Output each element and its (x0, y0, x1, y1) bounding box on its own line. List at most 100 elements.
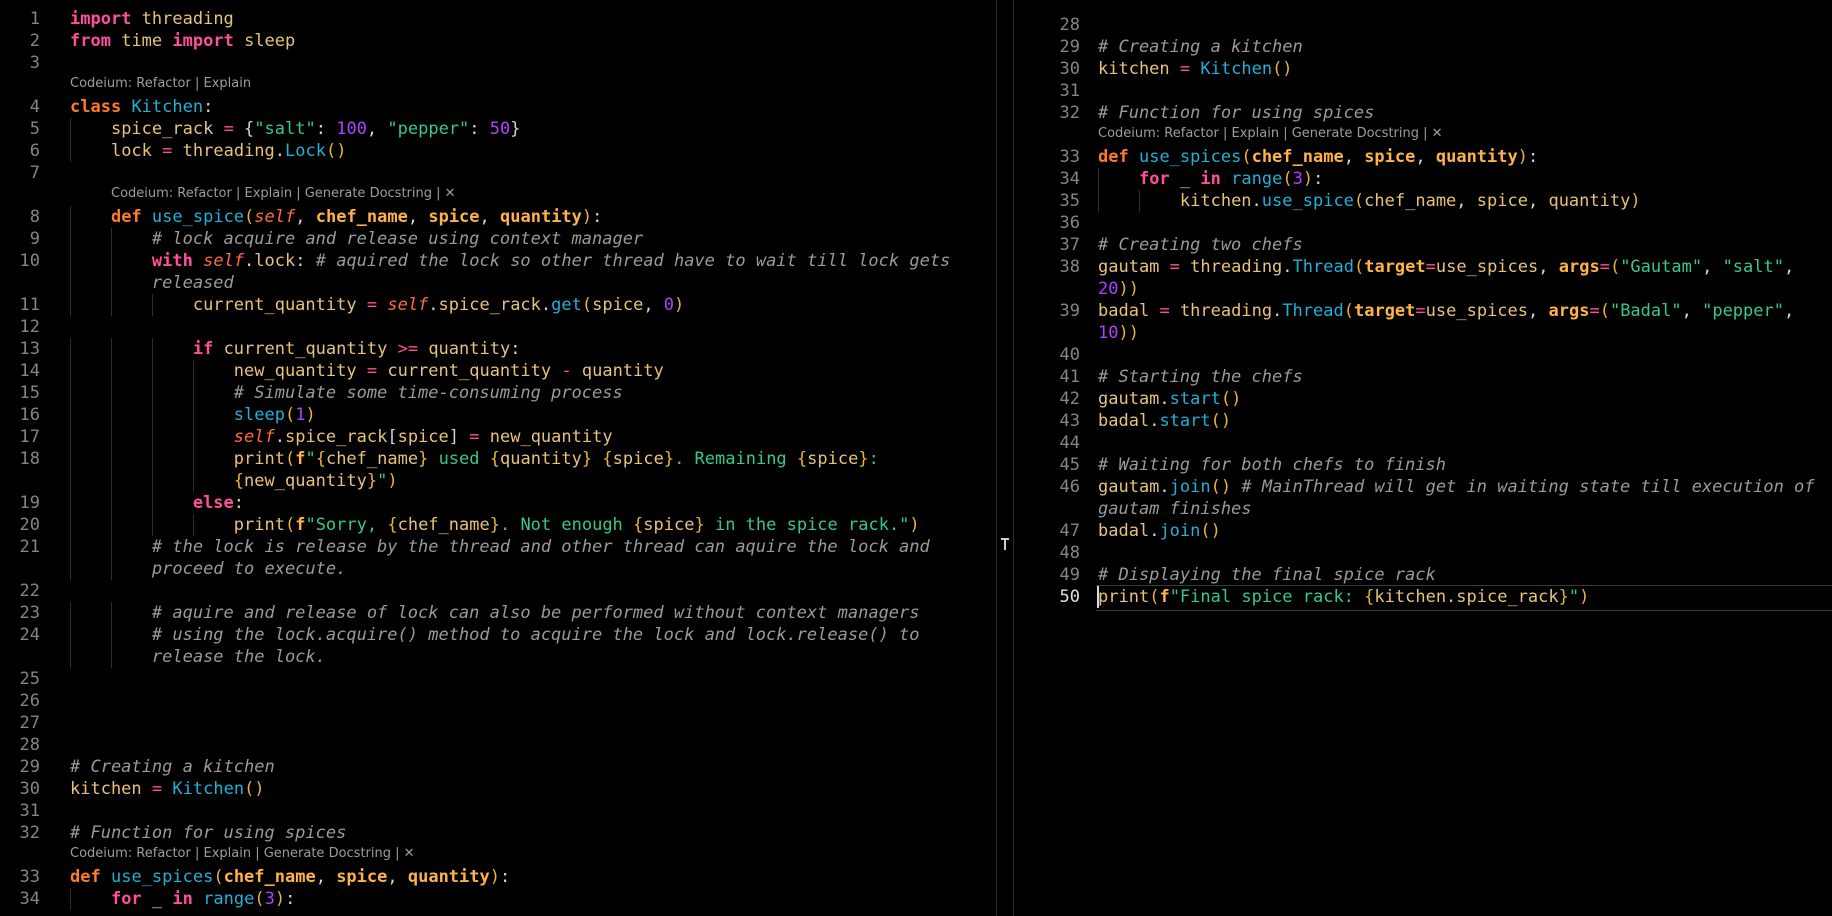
code-line[interactable]: spice_rack = {"salt": 100, "pepper": 50} (70, 118, 521, 140)
code-line[interactable]: with self.lock: # aquired the lock so ot… (70, 250, 950, 272)
code-line[interactable]: import threading (70, 8, 234, 30)
code-line[interactable]: kitchen.use_spice(chef_name, spice, quan… (1098, 190, 1641, 212)
token-str: "Gautam" (1620, 257, 1703, 277)
indent-guide (70, 426, 71, 448)
codelens[interactable]: Codeium: Refactor | Explain | Generate D… (1098, 126, 1443, 142)
token-text: badal (1098, 411, 1150, 431)
token-def: def (70, 867, 101, 887)
token-paren: ( (1149, 587, 1160, 607)
token-op: = (1599, 257, 1610, 277)
code-line[interactable]: 10)) (1098, 322, 1139, 344)
token-comment: # Creating two chefs (1098, 235, 1303, 255)
line-number: 5 (29, 119, 40, 139)
token-text: sleep (244, 31, 296, 51)
code-line[interactable]: def use_spice(self, chef_name, spice, qu… (70, 206, 602, 228)
token-comment: # Creating a kitchen (1098, 37, 1303, 57)
token-self: self (203, 251, 245, 271)
indent-guide (70, 492, 71, 514)
token-op: - (561, 361, 572, 381)
token-comment: # aquired the lock so other thread have … (315, 251, 951, 271)
code-line[interactable]: # Displaying the final spice rack (1098, 564, 1436, 586)
code-line[interactable]: from time import sleep (70, 30, 295, 52)
code-line[interactable]: # the lock is release by the thread and … (70, 536, 930, 558)
code-line[interactable]: kitchen = Kitchen() (70, 778, 265, 800)
code-line[interactable]: if current_quantity >= quantity: (70, 338, 521, 360)
code-line[interactable]: # using the lock.acquire() method to acq… (70, 624, 920, 646)
editor-pane-right[interactable]: 28 29 # Creating a kitchen 30 kitchen = Kitc… (1014, 0, 1832, 916)
code-line[interactable]: kitchen = Kitchen() (1098, 58, 1293, 80)
indent-guide (111, 624, 112, 646)
token-str: "salt" (1722, 257, 1784, 277)
pane-splitter[interactable] (996, 0, 1014, 916)
line-number: 34 (1059, 169, 1080, 189)
token-paren: ( (581, 295, 593, 315)
line-number: 2 (29, 31, 40, 51)
code-line[interactable]: else: (70, 492, 244, 514)
codelens[interactable]: Codeium: Refactor | Explain | Generate D… (111, 186, 456, 202)
line-number: 36 (1059, 213, 1080, 233)
token-op: = (1415, 301, 1426, 321)
code-line[interactable]: class Kitchen: (70, 96, 213, 118)
indent-guide (111, 514, 112, 536)
token-plain: , (407, 207, 429, 227)
code-line[interactable]: release the lock. (70, 646, 326, 668)
code-line[interactable]: print(f"{chef_name} used {quantity} {spi… (70, 448, 879, 470)
indent-guide (111, 470, 112, 492)
code-line[interactable]: # lock acquire and release using context… (70, 228, 643, 250)
token-text: chef_name (325, 449, 419, 469)
code-line[interactable]: for _ in range(3): (70, 888, 295, 910)
token-num: 20 (1098, 279, 1119, 299)
indent-guide (1098, 190, 1099, 212)
code-line[interactable]: gautam = threading.Thread(target=use_spi… (1098, 256, 1794, 278)
indent-guide (70, 470, 71, 492)
token-text: spice (643, 515, 695, 535)
code-line[interactable]: # Creating two chefs (1098, 234, 1303, 256)
line-number: 3 (29, 53, 40, 73)
code-line[interactable]: # Creating a kitchen (1098, 36, 1303, 58)
code-line[interactable]: # Function for using spices (70, 822, 346, 844)
code-line[interactable]: # Waiting for both chefs to finish (1098, 454, 1446, 476)
code-line[interactable]: badal.start() (1098, 410, 1231, 432)
token-paren: { (633, 515, 644, 535)
code-line[interactable]: gautam.join() # MainThread will get in w… (1098, 476, 1815, 498)
codelens[interactable]: Codeium: Refactor | Explain | Generate D… (70, 846, 415, 862)
token-paren: ( (284, 515, 296, 535)
codelens[interactable]: Codeium: Refactor | Explain (70, 76, 251, 92)
token-func: join (1169, 477, 1211, 497)
code-line[interactable]: {new_quantity}") (70, 470, 398, 492)
code-line[interactable]: new_quantity = current_quantity - quanti… (70, 360, 664, 382)
code-line[interactable]: gautam finishes (1098, 498, 1252, 520)
token-text: kitchen (1098, 59, 1170, 79)
code-line[interactable]: print(f"Sorry, {chef_name}. Not enough {… (70, 514, 920, 536)
code-line[interactable]: def use_spices(chef_name, spice, quantit… (1098, 146, 1538, 168)
code-line[interactable]: print(f"Final spice rack: {kitchen.spice… (1098, 586, 1589, 608)
code-line[interactable]: released (70, 272, 234, 294)
code-line[interactable]: # Function for using spices (1098, 102, 1374, 124)
line-number: 42 (1059, 389, 1080, 409)
code-line[interactable]: 20)) (1098, 278, 1139, 300)
token-plain: . (1282, 257, 1293, 277)
token-plain: , (1702, 257, 1723, 277)
code-line[interactable]: gautam.start() (1098, 388, 1241, 410)
code-line[interactable]: # Starting the chefs (1098, 366, 1303, 388)
indent-guide (193, 382, 194, 404)
code-line[interactable]: badal.join() (1098, 520, 1221, 542)
code-line[interactable]: badal = threading.Thread(target=use_spic… (1098, 300, 1794, 322)
code-line[interactable]: # Creating a kitchen (70, 756, 275, 778)
code-line[interactable]: # aquire and release of lock can also be… (70, 602, 920, 624)
token-text: print (1098, 587, 1150, 607)
token-text: quantity (500, 449, 582, 469)
code-line[interactable]: lock = threading.Lock() (70, 140, 347, 162)
token-plain: . (1149, 411, 1160, 431)
code-line[interactable]: current_quantity = self.spice_rack.get(s… (70, 294, 684, 316)
token-plain: : (1313, 169, 1324, 189)
editor-pane-left[interactable]: 1 import threading 2 from time import sleep… (0, 0, 996, 916)
code-line[interactable]: def use_spices(chef_name, spice, quantit… (70, 866, 510, 888)
code-line[interactable]: for _ in range(3): (1098, 168, 1323, 190)
sash-grip-icon[interactable] (1000, 537, 1010, 551)
